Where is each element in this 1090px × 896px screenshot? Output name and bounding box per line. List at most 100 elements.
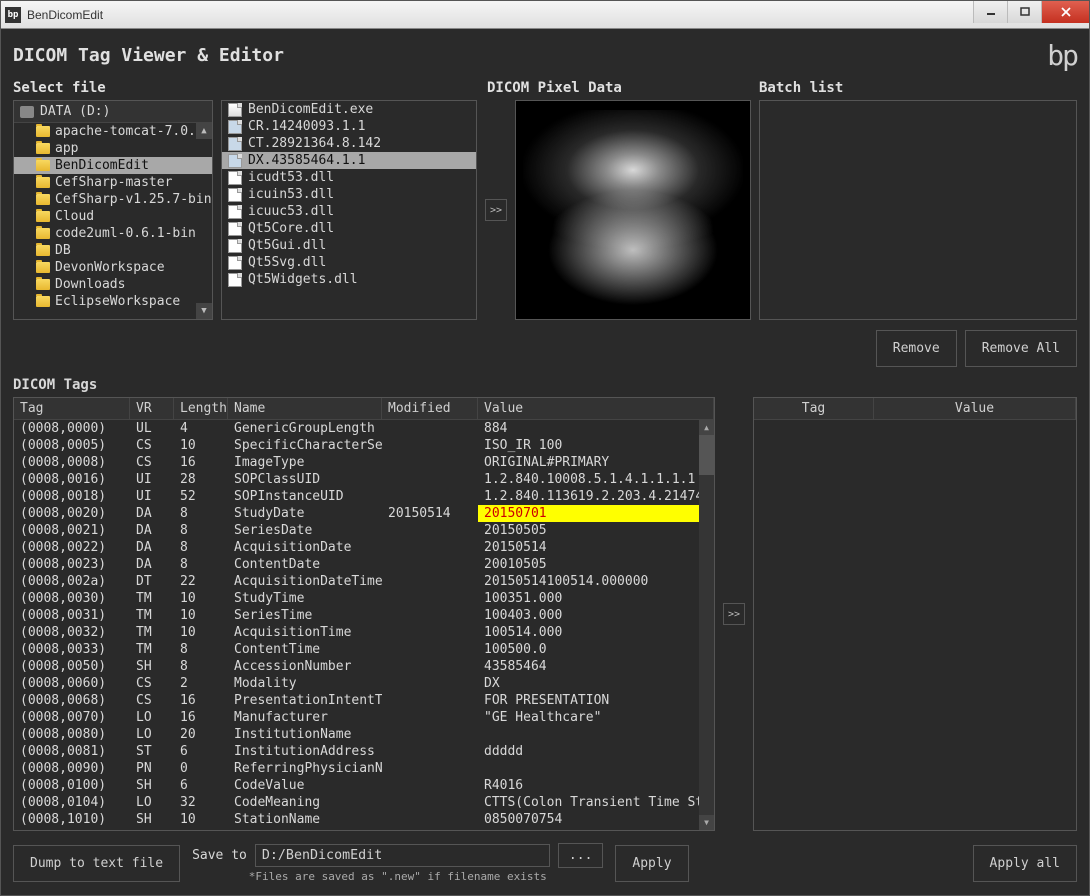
tree-item[interactable]: DB [14,242,212,259]
table-row[interactable]: (0008,0005)CS10SpecificCharacterSetISO_I… [14,437,714,454]
table-row[interactable]: (0008,0080)LO20InstitutionName [14,726,714,743]
table-row[interactable]: (0008,0068)CS16PresentationIntentTypeFOR… [14,692,714,709]
tree-item[interactable]: Cloud [14,208,212,225]
rcol-value[interactable]: Value [874,398,1076,419]
scrollbar-down-icon[interactable]: ▼ [699,815,714,830]
col-name[interactable]: Name [228,398,382,419]
file-item[interactable]: icuuc53.dll [222,203,476,220]
cell-modified [382,437,478,454]
col-tag[interactable]: Tag [14,398,130,419]
table-row[interactable]: (0008,0022)DA8AcquisitionDate20150514 [14,539,714,556]
save-path-input[interactable] [255,844,550,867]
tree-item[interactable]: CefSharp-master [14,174,212,191]
cell-tag: (0008,0031) [14,607,130,624]
remove-button[interactable]: Remove [876,330,957,367]
tree-item-label: DevonWorkspace [55,260,165,275]
cell-name: Manufacturer [228,709,382,726]
cell-name: AcquisitionDateTime [228,573,382,590]
table-row[interactable]: (0008,0031)TM10SeriesTime100403.000 [14,607,714,624]
file-item[interactable]: Qt5Svg.dll [222,254,476,271]
cell-value: 100500.0 [478,641,714,658]
table-row[interactable]: (0008,0030)TM10StudyTime100351.000 [14,590,714,607]
cell-vr: UI [130,488,174,505]
table-row[interactable]: (0008,0018)UI52SOPInstanceUID1.2.840.113… [14,488,714,505]
table-scrollbar[interactable]: ▲ ▼ [699,420,714,830]
file-icon [228,273,242,287]
cell-tag: (0008,0005) [14,437,130,454]
cell-modified [382,454,478,471]
file-item[interactable]: Qt5Widgets.dll [222,271,476,288]
file-item[interactable]: DX.43585464.1.1 [222,152,476,169]
scrollbar-up-icon[interactable]: ▲ [699,420,714,435]
table-row[interactable]: (0008,0060)CS2ModalityDX [14,675,714,692]
cell-name: StudyDate [228,505,382,522]
col-vr[interactable]: VR [130,398,174,419]
table-row[interactable]: (0008,0100)SH6CodeValueR4016 [14,777,714,794]
file-item[interactable]: Qt5Core.dll [222,220,476,237]
tree-item[interactable]: DevonWorkspace [14,259,212,276]
tree-item[interactable]: EclipseWorkspace [14,293,212,310]
file-item[interactable]: icuin53.dll [222,186,476,203]
table-row[interactable]: (0008,0090)PN0ReferringPhysicianName [14,760,714,777]
cell-value: 20150701 [478,505,714,522]
scroll-down-button[interactable]: ▼ [196,303,212,319]
table-row[interactable]: (0008,0070)LO16Manufacturer"GE Healthcar… [14,709,714,726]
tree-item[interactable]: Downloads [14,276,212,293]
rcol-tag[interactable]: Tag [754,398,874,419]
tree-item[interactable]: code2uml-0.6.1-bin [14,225,212,242]
tree-item[interactable]: apache-tomcat-7.0.53 [14,123,212,140]
move-tag-right-button[interactable]: >> [723,603,745,625]
file-item[interactable]: CR.14240093.1.1 [222,118,476,135]
add-to-batch-button[interactable]: >> [485,199,507,221]
tree-item[interactable]: BenDicomEdit [14,157,212,174]
tree-item-label: Downloads [55,277,125,292]
folder-icon [36,160,50,171]
cell-name: StudyDescription [228,828,382,830]
table-row[interactable]: (0008,0016)UI28SOPClassUID1.2.840.10008.… [14,471,714,488]
minimize-button[interactable] [973,1,1007,23]
apply-all-button[interactable]: Apply all [973,845,1077,882]
remove-all-button[interactable]: Remove All [965,330,1077,367]
table-row[interactable]: (0008,0020)DA8StudyDate2015051420150701 [14,505,714,522]
col-value[interactable]: Value [478,398,714,419]
close-button[interactable] [1041,1,1089,23]
scroll-up-button[interactable]: ▲ [196,123,212,139]
table-row[interactable]: (0008,0050)SH8AccessionNumber43585464 [14,658,714,675]
tree-item[interactable]: CefSharp-v1.25.7-bina… [14,191,212,208]
table-row[interactable]: (0008,1030)LO32StudyDescriptionCTTS(Colo… [14,828,714,830]
tree-item[interactable]: app [14,140,212,157]
col-length[interactable]: Length [174,398,228,419]
apply-button[interactable]: Apply [615,845,688,882]
drive-icon [20,106,34,118]
cell-length: 52 [174,488,228,505]
file-item[interactable]: CT.28921364.8.142 [222,135,476,152]
maximize-button[interactable] [1007,1,1041,23]
drive-selector[interactable]: DATA (D:) [14,101,212,123]
col-modified[interactable]: Modified [382,398,478,419]
table-row[interactable]: (0008,1010)SH10StationName0850070754 [14,811,714,828]
table-row[interactable]: (0008,0081)ST6InstitutionAddressddddd [14,743,714,760]
cell-tag: (0008,0033) [14,641,130,658]
cell-name: PresentationIntentType [228,692,382,709]
cell-vr: DA [130,539,174,556]
file-item[interactable]: Qt5Gui.dll [222,237,476,254]
cell-vr: SH [130,658,174,675]
dump-button[interactable]: Dump to text file [13,845,180,882]
table-row[interactable]: (0008,002a)DT22AcquisitionDateTime201505… [14,573,714,590]
table-row[interactable]: (0008,0104)LO32CodeMeaningCTTS(Colon Tra… [14,794,714,811]
table-row[interactable]: (0008,0000)UL4GenericGroupLength884 [14,420,714,437]
cell-vr: LO [130,709,174,726]
table-row[interactable]: (0008,0033)TM8ContentTime100500.0 [14,641,714,658]
cell-tag: (0008,0023) [14,556,130,573]
table-row[interactable]: (0008,0032)TM10AcquisitionTime100514.000 [14,624,714,641]
browse-button[interactable]: ... [558,843,603,868]
scrollbar-thumb[interactable] [699,435,714,475]
file-item-label: Qt5Widgets.dll [248,272,358,287]
file-item[interactable]: icudt53.dll [222,169,476,186]
table-row[interactable]: (0008,0021)DA8SeriesDate20150505 [14,522,714,539]
cell-modified [382,777,478,794]
table-row[interactable]: (0008,0008)CS16ImageTypeORIGINAL#PRIMARY [14,454,714,471]
file-item[interactable]: BenDicomEdit.exe [222,101,476,118]
cell-value: 0850070754 [478,811,714,828]
table-row[interactable]: (0008,0023)DA8ContentDate20010505 [14,556,714,573]
